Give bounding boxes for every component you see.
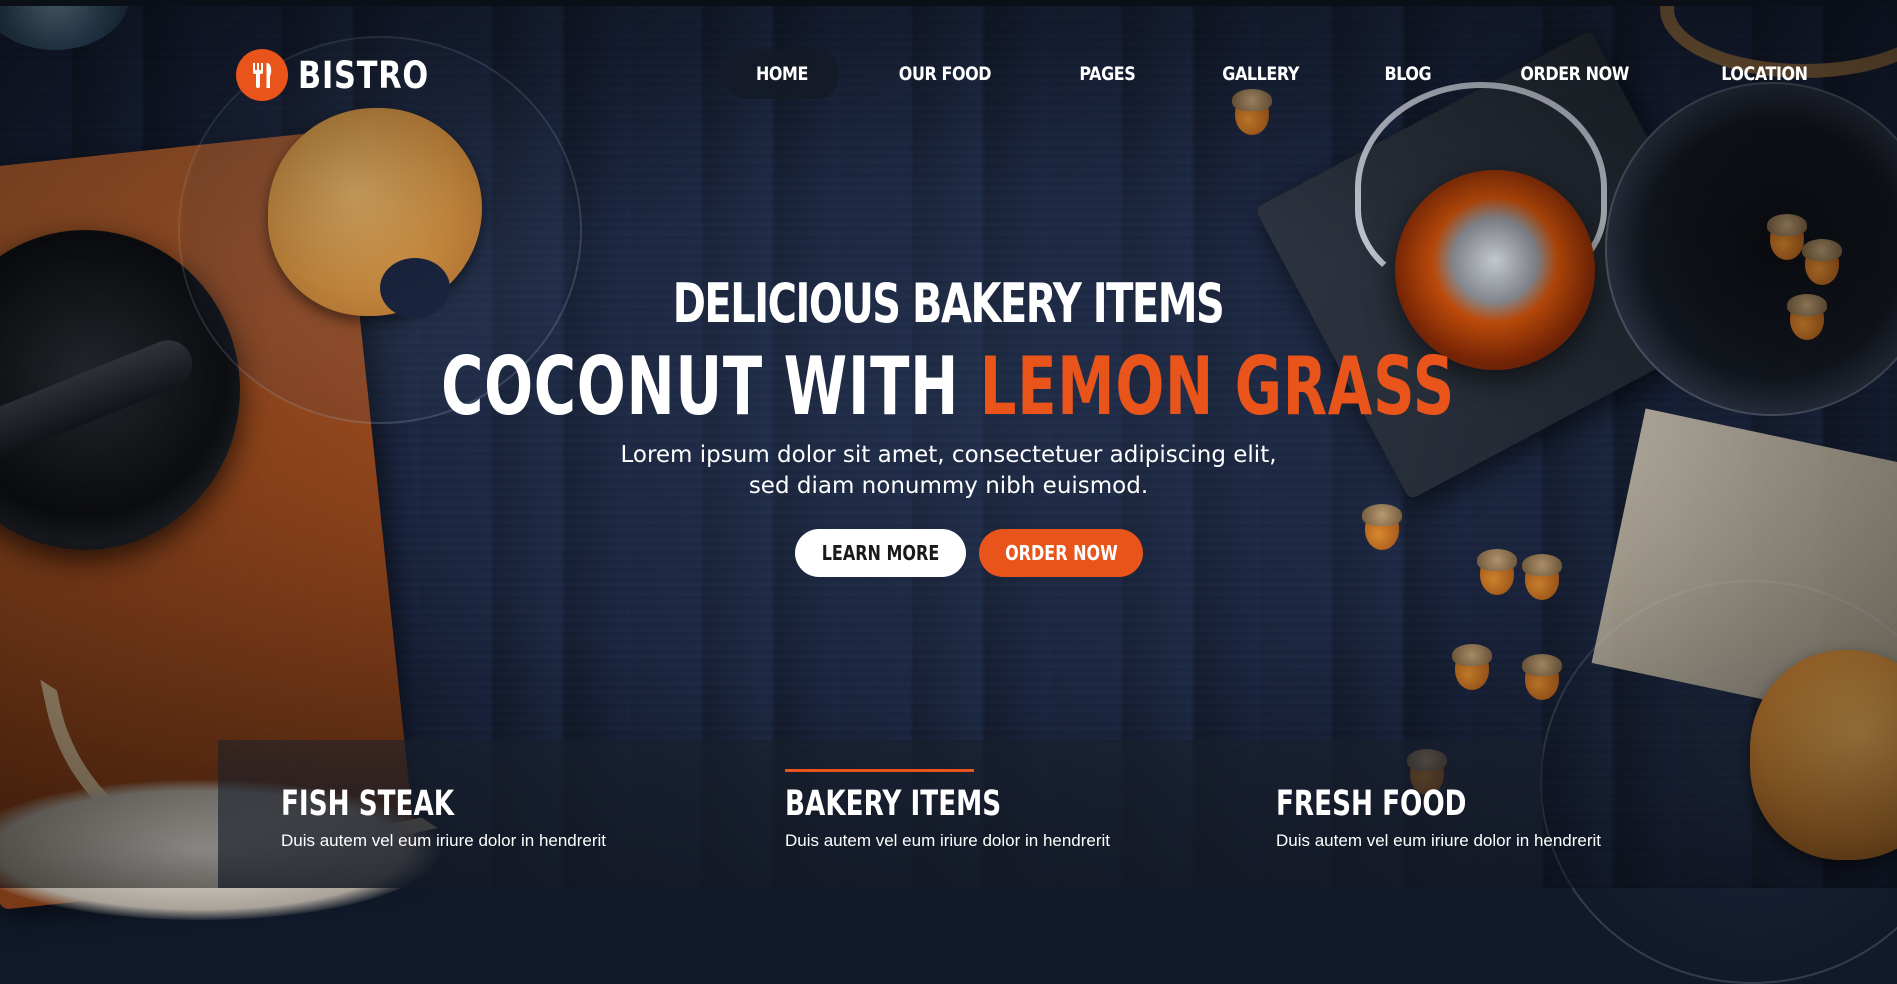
hero-title: COCONUT WITH LEMON GRASS <box>0 340 1897 433</box>
main-nav: HOME OUR FOOD PAGES GALLERY BLOG ORDER N… <box>714 49 1872 99</box>
feature-highlight-bar <box>785 769 974 772</box>
nav-item-order-now[interactable]: ORDER NOW <box>1505 49 1644 99</box>
hero-title-inner: COCONUT WITH LEMON GRASS <box>442 340 1456 433</box>
hero-subtitle-text: DELICIOUS BAKERY ITEMS <box>673 272 1225 335</box>
top-border <box>0 0 1897 6</box>
learn-more-button[interactable]: LEARN MORE <box>795 529 966 577</box>
fork-knife-icon <box>236 49 288 101</box>
nav-item-gallery[interactable]: GALLERY <box>1207 49 1314 99</box>
feature-title: BAKERY ITEMS <box>785 784 1002 824</box>
feature-title: FRESH FOOD <box>1276 784 1467 824</box>
nav-item-pages[interactable]: PAGES <box>1064 49 1150 99</box>
hero-description-line2: sed diam nonummy nibh euismod. <box>748 473 1149 499</box>
feature-text: Duis autem vel eum iriure dolor in hendr… <box>1276 831 1602 850</box>
feature-title: FISH STEAK <box>281 784 455 824</box>
logo[interactable]: BISTRO <box>236 49 458 101</box>
hero-subtitle: DELICIOUS BAKERY ITEMS <box>0 272 1897 335</box>
brand-name: BISTRO <box>298 53 430 97</box>
order-now-button[interactable]: ORDER NOW <box>979 529 1143 577</box>
hero-title-orange: LEMON GRASS <box>980 340 1456 433</box>
nav-item-our-food[interactable]: OUR FOOD <box>884 49 1007 99</box>
nav-item-home[interactable]: HOME <box>724 49 840 99</box>
learn-more-label: LEARN MORE <box>821 541 940 565</box>
hero-title-white: COCONUT WITH <box>441 340 960 433</box>
nav-item-blog[interactable]: BLOG <box>1369 49 1446 99</box>
order-now-label: ORDER NOW <box>1004 541 1118 565</box>
feature-text: Duis autem vel eum iriure dolor in hendr… <box>281 831 607 850</box>
nav-item-location[interactable]: LOCATION <box>1706 49 1823 99</box>
hero-description-line1: Lorem ipsum dolor sit amet, consectetuer… <box>620 442 1277 468</box>
hero-description: Lorem ipsum dolor sit amet, consectetuer… <box>0 440 1897 502</box>
feature-text: Duis autem vel eum iriure dolor in hendr… <box>785 831 1111 850</box>
